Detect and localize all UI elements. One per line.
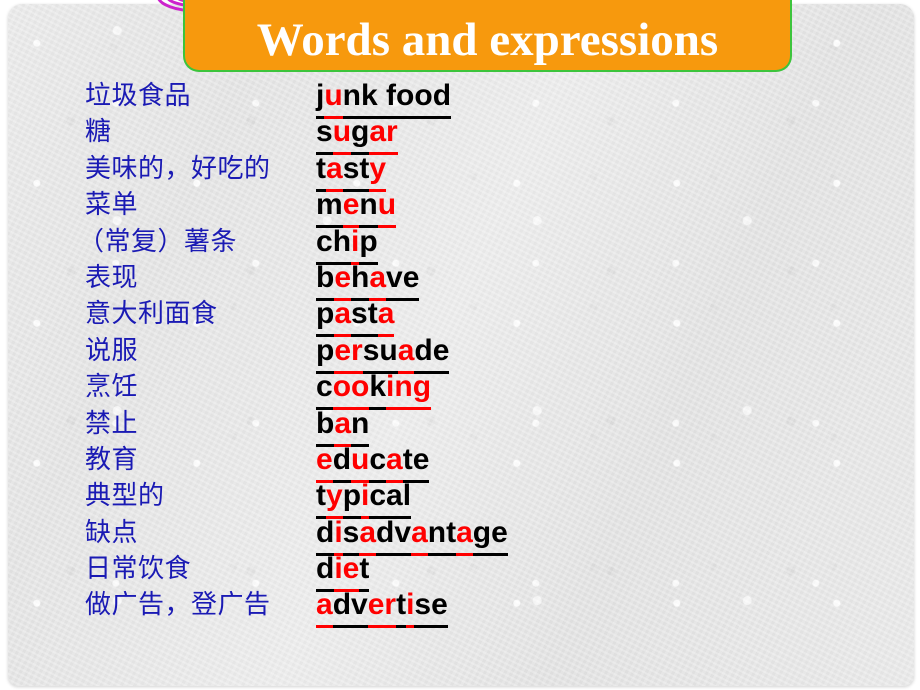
english-letter: o (396, 77, 415, 119)
english-letter: e (431, 586, 448, 629)
vocabulary-row: 意大利面食 pasta (0, 296, 920, 338)
vocabulary-row: 美味的，好吃的 tasty (0, 151, 920, 192)
vocabulary-row: 菜单 menu (0, 187, 920, 229)
vocabulary-row: 禁止 ban (0, 406, 920, 447)
vocabulary-list: 垃圾食品 junk food 糖 sugar 美味的，好吃的 tasty 菜单 menu （常复… (0, 78, 920, 629)
vocabulary-row: 缺点 disadvantage (0, 515, 920, 556)
chinese-term: 菜单 (85, 190, 139, 221)
english-letter: d (376, 514, 395, 556)
english-letter: r (384, 586, 397, 629)
english-letter: a (456, 514, 473, 556)
page-title: Words and expressions (256, 14, 719, 66)
vocabulary-row: 日常饮食 diet (0, 551, 920, 593)
chinese-term: 糖 (85, 117, 112, 148)
english-letter: u (377, 186, 397, 229)
english-letter: s (414, 586, 432, 629)
chinese-term: 烹饪 (85, 372, 139, 403)
chinese-term: 典型的 (85, 481, 165, 512)
vocabulary-row: 教育 educate (0, 442, 920, 483)
chinese-term: 意大利面食 (85, 299, 218, 330)
vocabulary-row: 垃圾食品 junk food (0, 78, 920, 119)
english-letter: e (367, 586, 385, 629)
english-letter: e (432, 332, 450, 374)
english-letter: i (406, 586, 415, 629)
chinese-term: 缺点 (85, 517, 139, 548)
slide: Words and expressions 垃圾食品 junk food 糖 suga… (0, 0, 920, 690)
chinese-term: 禁止 (85, 408, 139, 439)
chinese-term: 美味的，好吃的 (85, 153, 271, 184)
vocabulary-row: 典型的 typical (0, 478, 920, 520)
english-letter: r (386, 113, 398, 156)
english-letter: i (386, 368, 395, 411)
english-letter: a (411, 514, 428, 556)
english-letter: n (427, 514, 447, 556)
english-letter: g (412, 368, 432, 411)
chinese-term: 表现 (85, 262, 139, 293)
chinese-term: 垃圾食品 (85, 81, 192, 111)
english-letter: v (351, 586, 368, 629)
title-banner: Words and expressions (183, 0, 792, 72)
chinese-term: 做广告，登广告 (85, 590, 271, 621)
english-letter: e (412, 441, 430, 483)
english-letter: t (446, 514, 457, 556)
chinese-term: 说服 (85, 335, 139, 366)
chinese-term: 教育 (85, 444, 139, 475)
vocabulary-row: 说服 persuade (0, 333, 920, 374)
english-letter: o (414, 77, 433, 119)
english-letter: d (332, 586, 352, 629)
vocabulary-row: 表现 behave (0, 260, 920, 301)
vocabulary-row: 烹饪 cooking (0, 369, 920, 411)
chinese-term: （常复）薯条 (78, 226, 238, 257)
english-letter: g (472, 514, 492, 556)
english-letter: n (394, 368, 413, 411)
vocabulary-row: （常复）薯条 chip (0, 224, 920, 265)
english-letter: v (394, 514, 412, 556)
english-letter: a (316, 586, 333, 629)
english-term: advertise (316, 586, 448, 629)
chinese-term: 日常饮食 (85, 554, 192, 585)
english-letter: e (402, 259, 420, 301)
vocabulary-row: 糖 sugar (0, 114, 920, 156)
english-letter: k (369, 368, 387, 411)
english-letter: t (396, 586, 407, 629)
english-letter: e (491, 514, 508, 556)
vocabulary-row: 做广告，登广告 advertise (0, 587, 920, 629)
english-letter: d (432, 77, 452, 119)
